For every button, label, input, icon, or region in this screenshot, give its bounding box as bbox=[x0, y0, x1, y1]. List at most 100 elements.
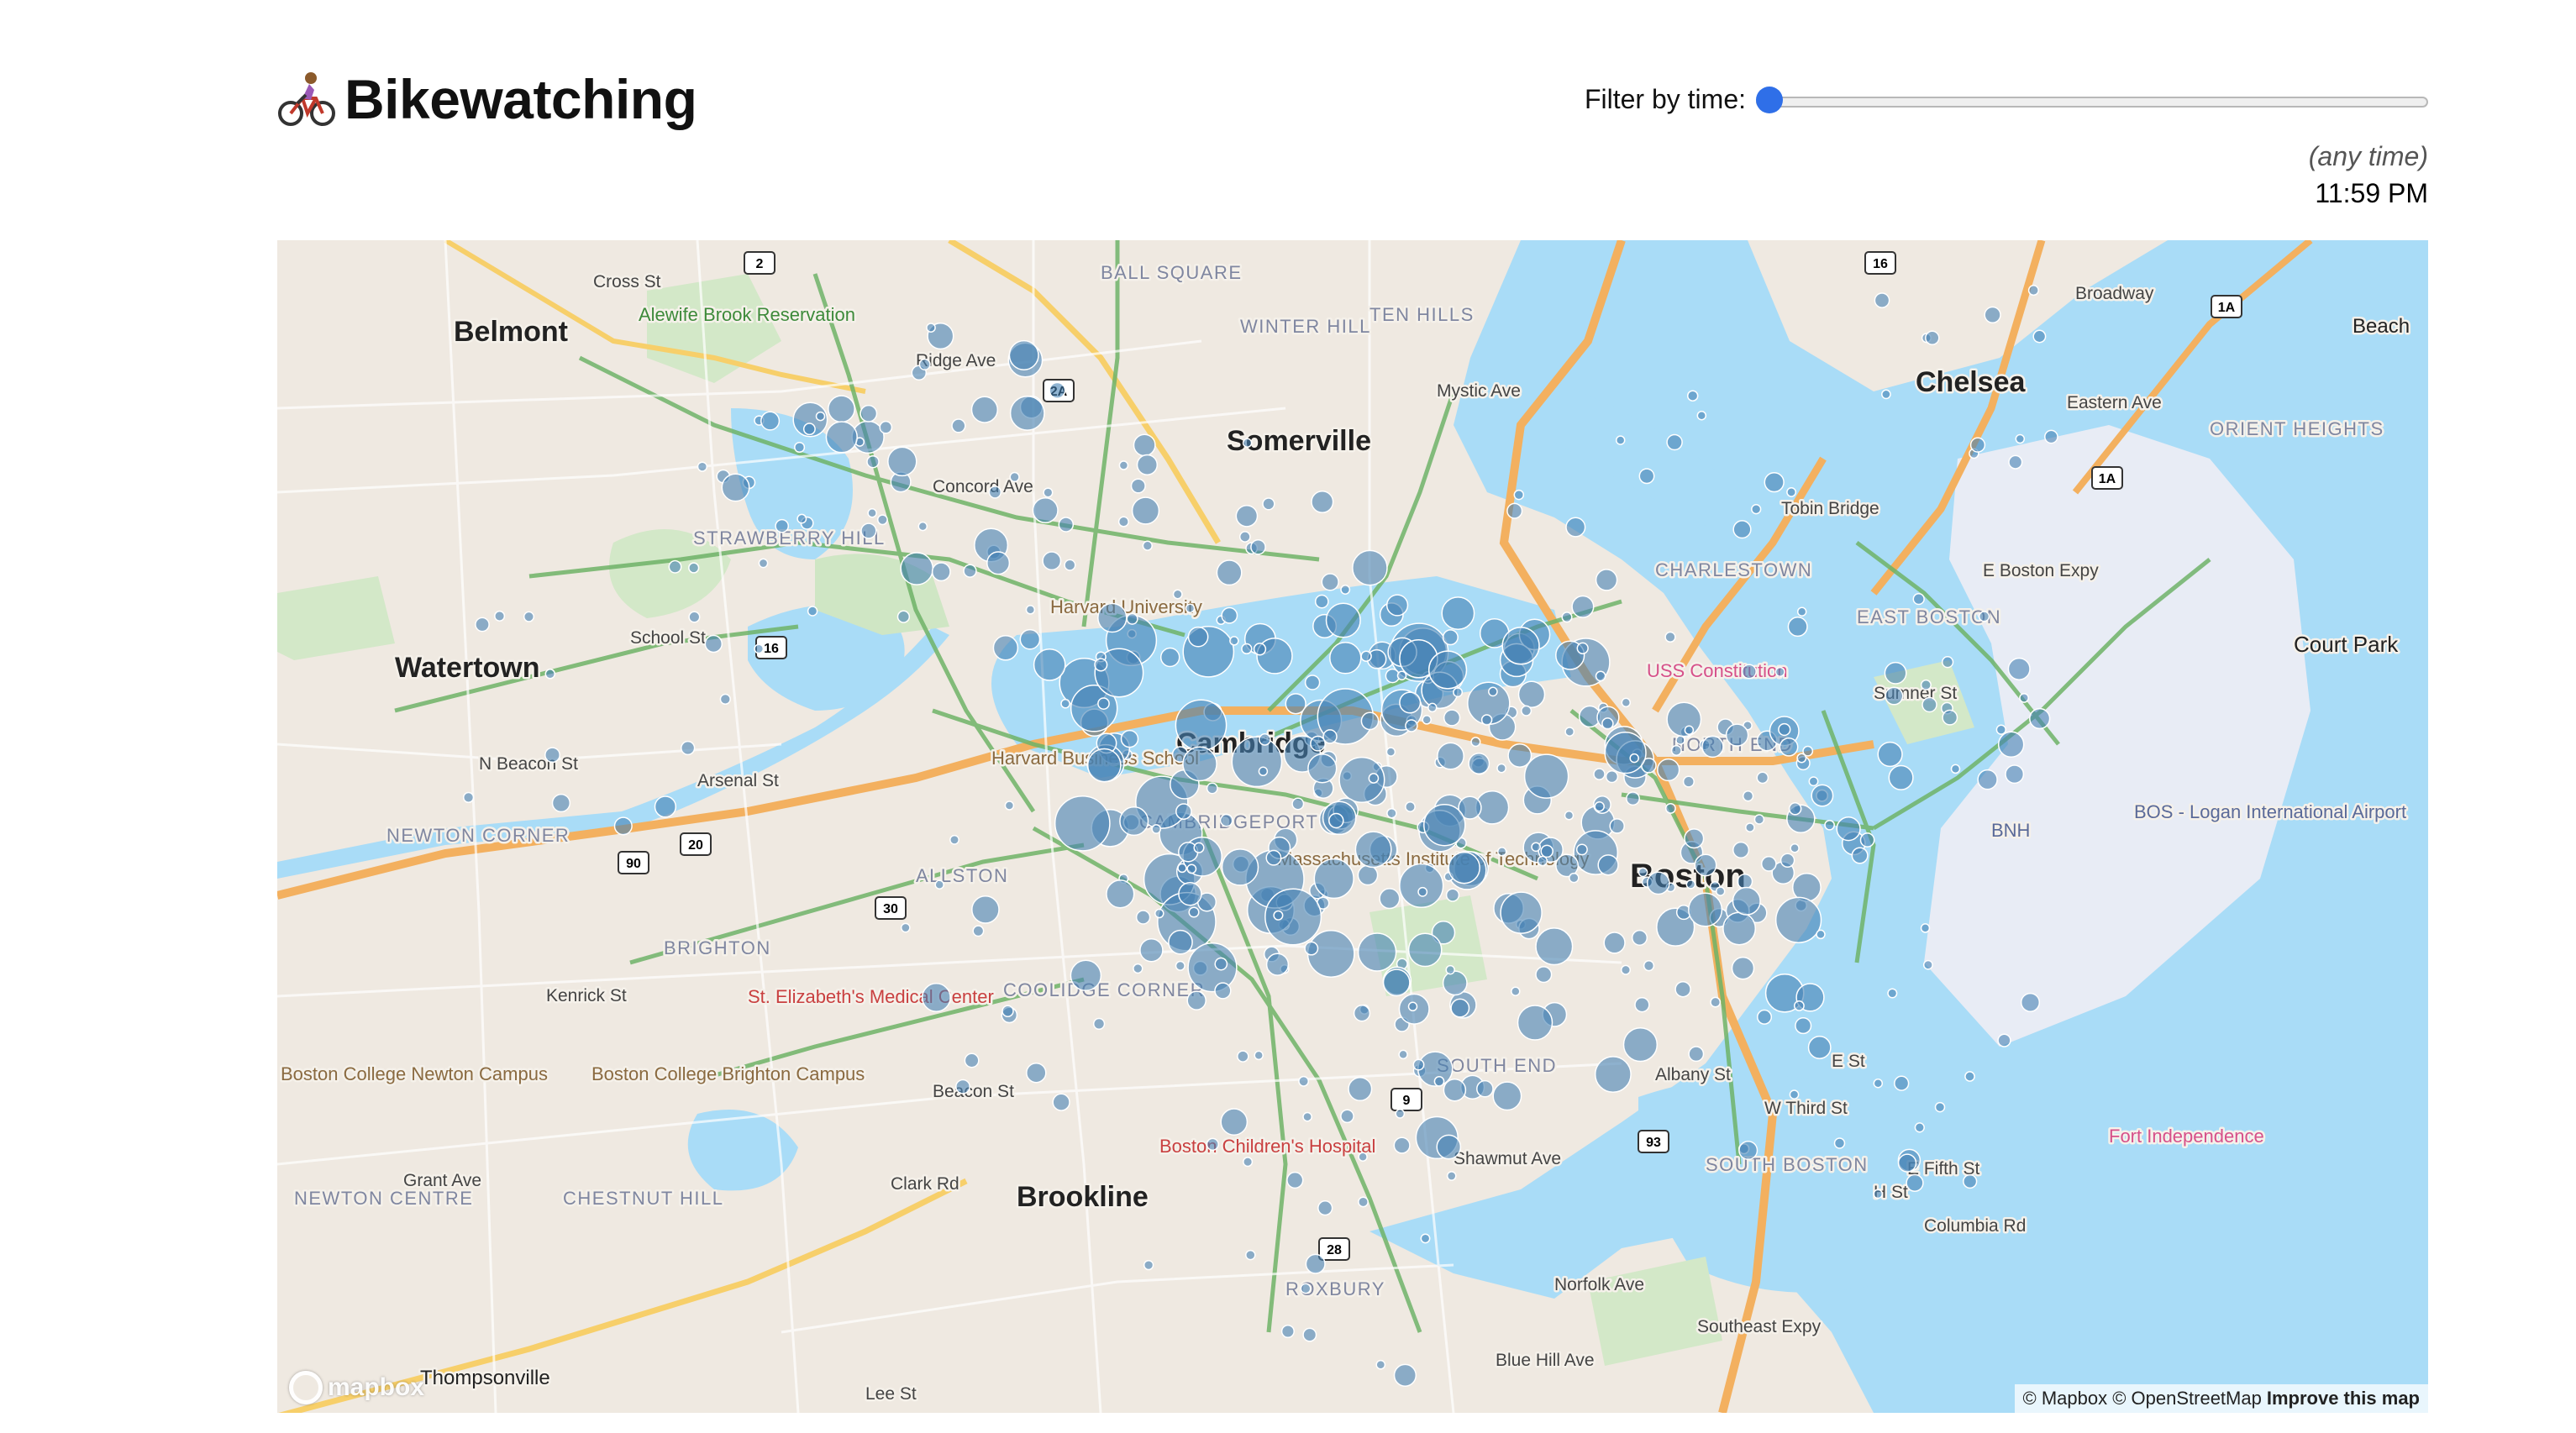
station-circle[interactable] bbox=[1357, 932, 1397, 972]
station-circle[interactable] bbox=[1253, 643, 1267, 656]
station-circle[interactable] bbox=[951, 418, 966, 433]
station-circle[interactable] bbox=[1340, 585, 1351, 595]
station-circle[interactable] bbox=[1732, 886, 1761, 916]
station-circle[interactable] bbox=[1187, 626, 1209, 648]
station-circle[interactable] bbox=[1420, 1233, 1431, 1244]
station-circle[interactable] bbox=[1796, 606, 1807, 617]
station-circle[interactable] bbox=[704, 634, 723, 654]
station-circle[interactable] bbox=[1219, 813, 1233, 827]
station-circle[interactable] bbox=[964, 1052, 980, 1068]
station-circle[interactable] bbox=[1790, 842, 1800, 853]
station-circle[interactable] bbox=[1250, 538, 1266, 555]
station-circle[interactable] bbox=[1398, 1049, 1408, 1060]
slider-thumb[interactable] bbox=[1756, 86, 1783, 113]
station-circle[interactable] bbox=[1778, 722, 1791, 737]
station-circle[interactable] bbox=[1513, 489, 1525, 501]
station-circle[interactable] bbox=[1097, 602, 1128, 633]
station-circle[interactable] bbox=[1664, 802, 1676, 814]
station-circle[interactable] bbox=[1375, 1359, 1386, 1370]
station-circle[interactable] bbox=[1407, 932, 1443, 968]
station-circle[interactable] bbox=[1216, 559, 1243, 586]
station-circle[interactable] bbox=[1329, 642, 1362, 675]
station-circle[interactable] bbox=[1531, 842, 1541, 853]
station-circle[interactable] bbox=[1480, 714, 1493, 726]
station-circle[interactable] bbox=[1086, 748, 1122, 783]
station-circle[interactable] bbox=[1816, 929, 1826, 940]
station-circle[interactable] bbox=[1715, 886, 1726, 896]
station-circle[interactable] bbox=[1206, 782, 1218, 795]
station-circle[interactable] bbox=[1535, 966, 1553, 984]
station-circle[interactable] bbox=[544, 669, 556, 680]
station-circle[interactable] bbox=[1808, 776, 1819, 787]
station-circle[interactable] bbox=[828, 395, 855, 423]
station-circle[interactable] bbox=[963, 564, 977, 578]
station-circle[interactable] bbox=[544, 747, 560, 764]
station-circle[interactable] bbox=[754, 643, 765, 654]
station-circle[interactable] bbox=[1934, 1101, 1946, 1113]
station-circle[interactable] bbox=[1888, 764, 1914, 790]
station-circle[interactable] bbox=[1186, 863, 1197, 874]
station-circle[interactable] bbox=[926, 323, 936, 333]
station-circle[interactable] bbox=[1453, 687, 1464, 698]
station-circle[interactable] bbox=[1133, 433, 1156, 457]
station-circle[interactable] bbox=[918, 358, 931, 370]
station-circle[interactable] bbox=[1450, 998, 1470, 1018]
station-circle[interactable] bbox=[1507, 743, 1532, 768]
station-circle[interactable] bbox=[1732, 520, 1752, 539]
station-circle[interactable] bbox=[1942, 709, 1958, 726]
slider-track[interactable] bbox=[1756, 96, 2428, 108]
station-circle[interactable] bbox=[1340, 1109, 1354, 1124]
station-circle[interactable] bbox=[988, 486, 1002, 499]
station-circle[interactable] bbox=[1873, 1189, 1884, 1199]
station-circle[interactable] bbox=[2020, 992, 2041, 1012]
station-circle[interactable] bbox=[1517, 680, 1546, 708]
station-circle[interactable] bbox=[697, 461, 708, 472]
station-circle[interactable] bbox=[1317, 1199, 1333, 1216]
station-circle[interactable] bbox=[1131, 496, 1160, 525]
station-circle[interactable] bbox=[1097, 697, 1110, 710]
station-circle[interactable] bbox=[1601, 717, 1614, 730]
station-circle[interactable] bbox=[2029, 707, 2051, 730]
station-circle[interactable] bbox=[1634, 997, 1650, 1013]
station-circle[interactable] bbox=[1836, 816, 1861, 842]
station-circle[interactable] bbox=[1433, 1076, 1445, 1087]
station-circle[interactable] bbox=[1220, 1108, 1249, 1136]
station-circle[interactable] bbox=[1243, 1157, 1254, 1168]
station-circle[interactable] bbox=[1412, 1058, 1425, 1071]
station-circle[interactable] bbox=[1214, 982, 1232, 1000]
station-circle[interactable] bbox=[1135, 910, 1151, 925]
station-circle[interactable] bbox=[876, 514, 888, 526]
station-circle[interactable] bbox=[1214, 957, 1228, 971]
station-circle[interactable] bbox=[1605, 769, 1619, 784]
station-circle[interactable] bbox=[1629, 753, 1639, 764]
station-circle[interactable] bbox=[1405, 801, 1416, 812]
station-circle[interactable] bbox=[1178, 881, 1202, 906]
station-circle[interactable] bbox=[1120, 729, 1139, 748]
station-circle[interactable] bbox=[860, 404, 878, 423]
station-circle[interactable] bbox=[1186, 990, 1207, 1010]
station-circle[interactable] bbox=[1620, 964, 1632, 975]
station-circle[interactable] bbox=[1604, 731, 1647, 774]
station-circle[interactable] bbox=[1621, 697, 1632, 708]
station-circle[interactable] bbox=[1741, 664, 1757, 680]
station-circle[interactable] bbox=[1756, 771, 1769, 785]
station-circle[interactable] bbox=[1920, 923, 1931, 933]
station-circle[interactable] bbox=[1314, 594, 1329, 609]
station-circle[interactable] bbox=[921, 983, 951, 1012]
station-circle[interactable] bbox=[1684, 828, 1705, 849]
station-circle[interactable] bbox=[917, 521, 928, 532]
station-circle[interactable] bbox=[860, 522, 877, 539]
station-circle[interactable] bbox=[721, 473, 750, 502]
station-circle[interactable] bbox=[1054, 795, 1111, 852]
station-circle[interactable] bbox=[1106, 879, 1135, 909]
station-circle[interactable] bbox=[1280, 1324, 1295, 1339]
station-circle[interactable] bbox=[972, 925, 985, 937]
station-circle[interactable] bbox=[1688, 892, 1723, 927]
station-circle[interactable] bbox=[1950, 764, 1961, 774]
station-circle[interactable] bbox=[668, 559, 682, 574]
station-circle[interactable] bbox=[1393, 1363, 1417, 1387]
station-circle[interactable] bbox=[475, 617, 490, 633]
station-circle[interactable] bbox=[1597, 854, 1619, 876]
station-circle[interactable] bbox=[1696, 410, 1707, 421]
station-circle[interactable] bbox=[1058, 517, 1075, 533]
